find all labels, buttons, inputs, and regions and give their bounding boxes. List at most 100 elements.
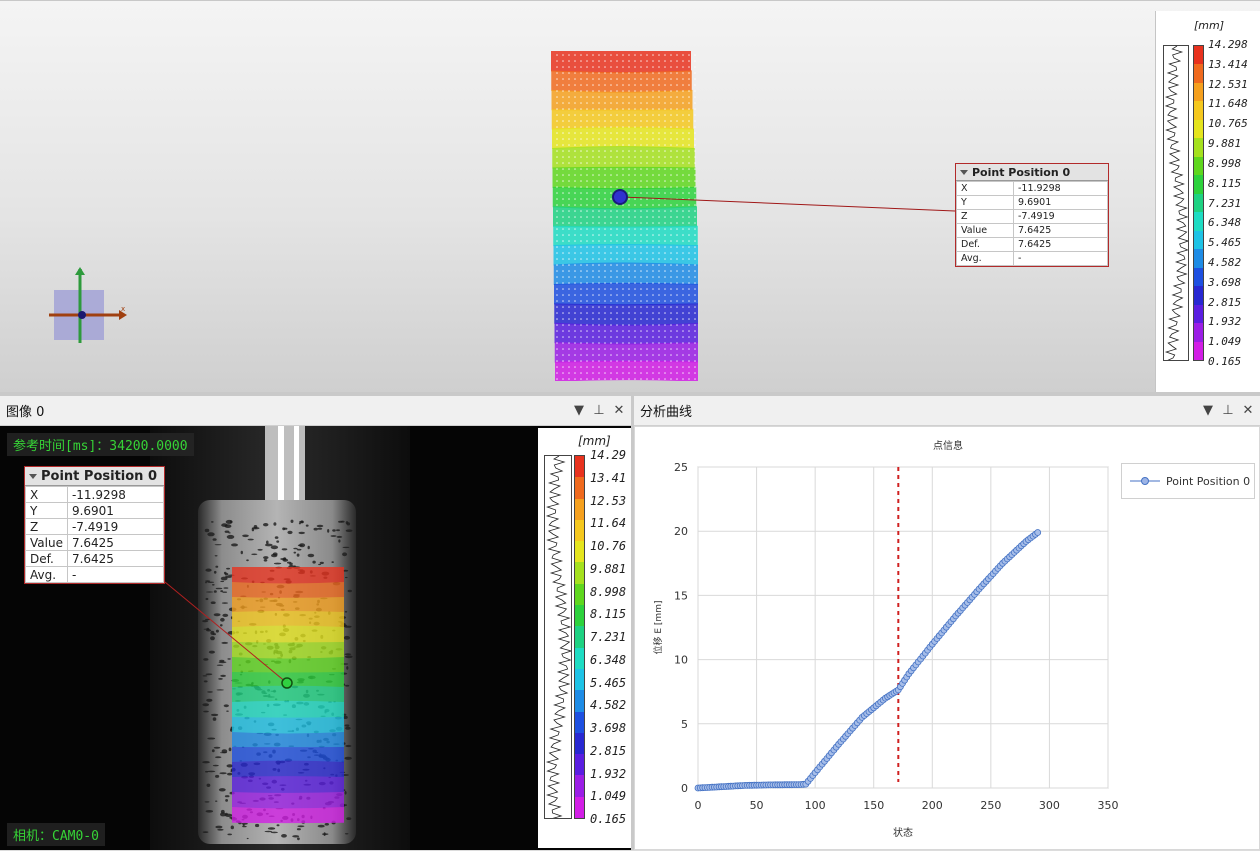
y-axis-label: y: [78, 267, 82, 275]
dropdown-icon[interactable]: ▼: [573, 403, 585, 418]
pin-icon[interactable]: ⊥: [1222, 403, 1234, 418]
legend-tick-label: 3.698: [1208, 275, 1242, 289]
y-tick-label: 5: [681, 718, 688, 731]
legend-unit: [mm]: [1194, 19, 1225, 32]
table-row: X -11.9298: [25, 486, 165, 503]
collapse-triangle-icon[interactable]: [29, 473, 37, 479]
legend-series-label: Point Position 0: [1166, 474, 1251, 488]
legend-tick-label: 8.998: [1208, 156, 1242, 170]
legend-histogram: [1163, 45, 1189, 361]
x-axis-label: x: [121, 305, 125, 313]
legend-colorbar: [1193, 45, 1204, 361]
close-icon[interactable]: ✕: [613, 403, 625, 418]
overlay-band: [232, 610, 344, 628]
3d-viewport[interactable]: Point Position 0 X -11.9298 Y 9.6901 Z -7.4…: [0, 0, 1260, 393]
overlay-band: [232, 717, 344, 735]
x-tick-label: 150: [863, 799, 884, 812]
axis-gizmo: y x: [49, 267, 127, 343]
legend-tick-label: 14.29: [590, 448, 627, 462]
overlay-band: [232, 776, 344, 794]
overlay-band: [232, 642, 344, 660]
pin-icon[interactable]: ⊥: [593, 403, 605, 418]
color-legend-image: [mm] 14.29 13.41 12.53 11.64 10.76 9.881 8.998…: [538, 428, 631, 848]
x-axis-title: 状态: [893, 826, 913, 839]
plot-area: [697, 466, 1109, 789]
legend-tick-label: 10.76: [590, 539, 627, 553]
legend-tick-label: 12.531: [1208, 77, 1248, 91]
legend-tick-label: 11.648: [1208, 97, 1248, 111]
curve-panel-header: 分析曲线 ▼ ⊥ ✕: [634, 396, 1260, 426]
image-panel-header: 图像 0 ▼ ⊥ ✕: [0, 396, 631, 426]
overlay-band: [232, 625, 344, 643]
table-row: Y 9.6901: [956, 195, 1108, 210]
camera-name-label: 相机：CAM0-0: [7, 823, 105, 846]
legend-histogram: [544, 455, 572, 819]
selected-point-image: [281, 677, 293, 689]
legend-colorbar: [574, 455, 585, 819]
legend-tick-label: 13.41: [590, 470, 627, 485]
legend-tick-label: 6.348: [1208, 216, 1242, 230]
overlay-band: [232, 732, 344, 749]
table-row: Value 7.6425: [25, 534, 165, 551]
overlay-band: [232, 700, 344, 718]
legend-tick-label: 1.049: [1208, 335, 1242, 349]
legend-tick-label: 1.049: [590, 789, 627, 804]
legend-tick-label: 8.998: [590, 584, 627, 599]
collapse-triangle-icon[interactable]: [960, 169, 968, 175]
legend-tick-labels: 14.298 13.414 12.531 11.648 10.765 9.881 8.998…: [1208, 38, 1248, 368]
dropdown-icon[interactable]: ▼: [1202, 403, 1214, 418]
y-tick-label: 15: [674, 589, 688, 602]
table-row: Y 9.6901: [25, 502, 165, 519]
table-row: Def. 7.6425: [956, 237, 1108, 252]
legend-tick-label: 0.165: [590, 812, 627, 826]
y-tick-label: 25: [674, 461, 688, 474]
legend-series-marker-icon: [1130, 477, 1160, 485]
legend-tick-label: 7.231: [590, 630, 627, 644]
overlay-band: [232, 760, 344, 778]
table-row: Avg. -: [956, 251, 1108, 266]
overlay-band: [232, 792, 344, 810]
chart-legend: Point Position 0: [1121, 463, 1255, 499]
info-box-title: Point Position 0: [41, 468, 157, 484]
legend-tick-label: 1.932: [1208, 315, 1242, 329]
legend-tick-label: 8.115: [590, 607, 627, 622]
point-info-box-3d[interactable]: Point Position 0 X -11.9298 Y 9.6901 Z -7.4…: [955, 163, 1109, 267]
x-tick-label: 200: [922, 799, 943, 812]
table-row: Z -7.4919: [25, 518, 165, 535]
analysis-chart[interactable]: 0 50 100 150 200 250 300 350 0 5 10 15 20 25 点信息 状态 位移 E…: [634, 426, 1260, 850]
legend-tick-label: 1.932: [590, 766, 627, 781]
legend-tick-label: 13.414: [1208, 57, 1248, 71]
legend-tick-label: 10.765: [1208, 117, 1248, 131]
point-info-table: X -11.9298 Y 9.6901 Z -7.4919 Value 7.6425 D…: [956, 181, 1108, 266]
info-box-title: Point Position 0: [972, 165, 1071, 179]
table-row: Def. 7.6425: [25, 550, 165, 567]
legend-tick-label: 0.165: [1208, 355, 1242, 368]
color-legend-3d: [mm] 14.298 13.414 12.531 11.648 10.765 9.881…: [1155, 11, 1260, 393]
table-row: Value 7.6425: [956, 223, 1108, 238]
table-row: Avg. -: [25, 566, 165, 583]
legend-tick-label: 11.64: [590, 516, 627, 531]
x-tick-label: 0: [695, 799, 702, 812]
close-icon[interactable]: ✕: [1242, 403, 1254, 418]
table-row: Z -7.4919: [956, 209, 1108, 224]
legend-tick-label: 2.815: [1208, 295, 1242, 309]
legend-tick-label: 3.698: [590, 721, 627, 735]
table-row: X -11.9298: [956, 181, 1108, 196]
legend-tick-label: 9.881: [590, 561, 627, 576]
chart-title: 点信息: [933, 439, 963, 452]
image-panel-title: 图像 0: [6, 405, 45, 420]
x-tick-label: 100: [805, 799, 826, 812]
y-tick-label: 20: [674, 525, 688, 538]
legend-tick-label: 5.465: [1208, 236, 1242, 250]
legend-tick-label: 14.298: [1208, 38, 1248, 51]
point-info-box-image[interactable]: Point Position 0 X -11.9298 Y 9.6901 Z -7.4…: [24, 466, 165, 584]
overlay-band: [232, 582, 344, 599]
selected-point-3d: [612, 189, 628, 205]
y-axis-title: 位移 E [mm]: [652, 601, 664, 655]
legend-unit: [mm]: [578, 434, 611, 448]
overlay-band: [232, 747, 344, 763]
curve-panel-title: 分析曲线: [640, 405, 693, 420]
legend-tick-label: 4.582: [1208, 255, 1242, 269]
overlay-band: [232, 567, 344, 585]
legend-tick-label: 2.815: [590, 743, 627, 758]
